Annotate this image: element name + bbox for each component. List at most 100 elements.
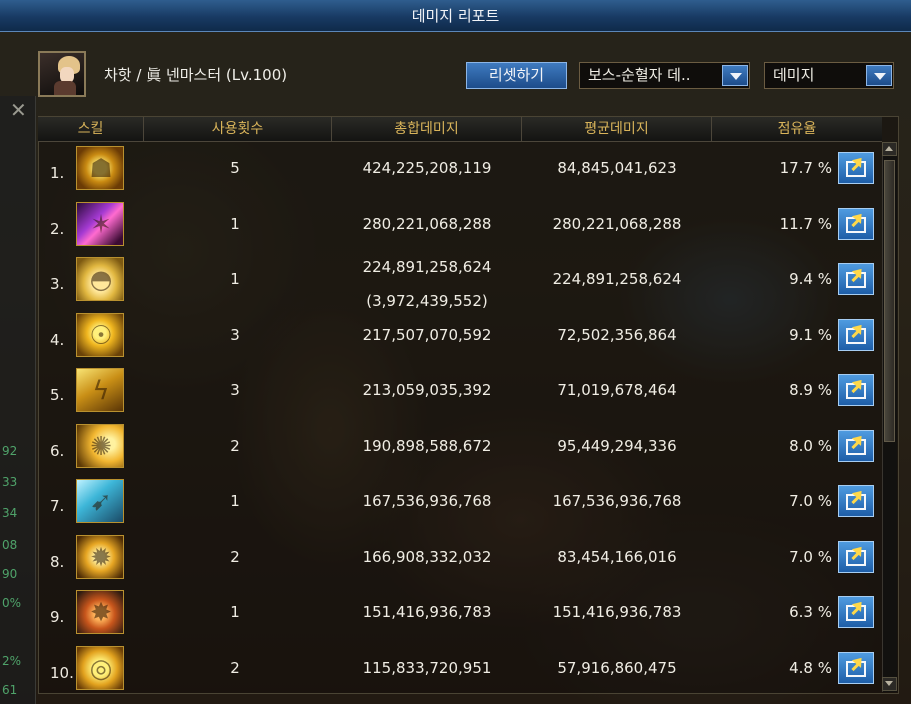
export-icon[interactable] — [838, 207, 874, 240]
table-row: 5. ϟ 3 213,059,035,392 71,019,678,464 8.… — [38, 364, 882, 419]
rank-number: 3. — [50, 275, 65, 293]
share-percent: 17.7 % — [779, 159, 832, 177]
left-side-panel — [0, 96, 36, 704]
column-use-count[interactable]: 사용횟수 — [144, 117, 332, 142]
explosion-skill-icon: ✸ — [76, 590, 124, 634]
export-icon[interactable] — [838, 318, 874, 351]
export-icon[interactable] — [838, 485, 874, 517]
type-select[interactable]: 데미지 — [764, 62, 894, 89]
boss-select-value: 보스-순혈자 데.. — [588, 66, 691, 84]
use-count: 3 — [230, 325, 240, 344]
share-percent: 6.3 % — [789, 603, 832, 621]
total-damage-sub: (3,972,439,552) — [366, 292, 488, 310]
rank-number: 8. — [50, 552, 65, 571]
average-damage: 71,019,678,464 — [557, 381, 677, 399]
average-damage: 72,502,356,864 — [557, 325, 677, 344]
export-icon[interactable] — [838, 429, 874, 462]
table-row: 1. ☗ 5 424,225,208,119 84,845,041,623 17… — [38, 142, 882, 197]
total-damage: 167,536,936,768 — [362, 492, 492, 510]
column-share[interactable]: 점유율 — [712, 117, 882, 142]
average-damage: 167,536,936,768 — [552, 492, 682, 510]
share-percent: 7.0 % — [789, 492, 832, 510]
use-count: 5 — [230, 159, 240, 177]
column-average-damage[interactable]: 평균데미지 — [522, 117, 712, 142]
side-number: 90 — [2, 567, 18, 581]
table-header: 스킬 사용횟수 총합데미지 평균데미지 점유율 — [38, 117, 882, 142]
use-count: 2 — [230, 658, 240, 677]
total-damage: 424,225,208,119 — [362, 159, 492, 177]
chevron-down-icon[interactable] — [722, 65, 748, 86]
use-count: 1 — [230, 214, 240, 233]
export-icon[interactable] — [838, 651, 874, 684]
side-number: 61 — [2, 683, 18, 697]
average-damage: 224,891,258,624 — [552, 270, 682, 288]
use-count: 3 — [230, 381, 240, 399]
export-icon[interactable] — [838, 540, 874, 573]
kick-skill-icon: ➹ — [76, 479, 124, 523]
dome-skill-icon: ◓ — [76, 257, 124, 301]
boss-select[interactable]: 보스-순혈자 데.. — [579, 62, 750, 89]
scrollbar-thumb[interactable] — [884, 160, 895, 442]
total-damage: 190,898,588,672 — [362, 436, 492, 455]
export-icon[interactable] — [838, 374, 874, 406]
side-number: 08 — [2, 538, 18, 552]
total-damage: 151,416,936,783 — [362, 603, 492, 621]
side-number: 33 — [2, 475, 18, 489]
blast-skill-icon: ✺ — [76, 423, 124, 468]
share-percent: 11.7 % — [779, 214, 832, 233]
use-count: 1 — [230, 603, 240, 621]
column-skill[interactable]: 스킬 — [38, 117, 144, 142]
rank-number: 2. — [50, 219, 65, 238]
side-number: 92 — [2, 444, 18, 458]
side-number: 34 — [2, 506, 18, 520]
export-icon[interactable] — [838, 263, 874, 295]
share-percent: 8.0 % — [789, 436, 832, 455]
table-row: 10. ◎ 2 115,833,720,951 57,916,860,475 4… — [38, 642, 882, 697]
table-row: 9. ✸ 1 151,416,936,783 151,416,936,783 6… — [38, 586, 882, 641]
lightning-dragon-skill-icon: ϟ — [76, 368, 124, 412]
dark-dragon-skill-icon: ✶ — [76, 201, 124, 246]
rank-number: 4. — [50, 330, 65, 349]
rank-number: 6. — [50, 441, 65, 460]
total-damage: 115,833,720,951 — [362, 658, 492, 677]
average-damage: 84,845,041,623 — [557, 159, 677, 177]
rank-number: 9. — [50, 608, 65, 626]
roar-skill-icon: ☗ — [76, 146, 124, 190]
scroll-up-icon[interactable] — [882, 142, 897, 156]
rank-number: 5. — [50, 386, 65, 404]
use-count: 1 — [230, 492, 240, 510]
total-damage: 166,908,332,032 — [362, 547, 492, 566]
aura-body-skill-icon: ☉ — [76, 312, 124, 357]
column-total-damage[interactable]: 총합데미지 — [332, 117, 522, 142]
export-icon[interactable] — [838, 596, 874, 628]
table-row: 3. ◓ 1 224,891,258,624 (3,972,439,552) 2… — [38, 253, 882, 310]
table-row: 8. ✹ 2 166,908,332,032 83,454,166,016 7.… — [38, 531, 882, 586]
share-percent: 7.0 % — [789, 547, 832, 566]
use-count: 2 — [230, 436, 240, 455]
average-damage: 57,916,860,475 — [557, 658, 677, 677]
export-icon[interactable] — [838, 152, 874, 184]
reset-button[interactable]: 리셋하기 — [466, 62, 567, 89]
rank-number: 7. — [50, 497, 65, 515]
table-row: 4. ☉ 3 217,507,070,592 72,502,356,864 9.… — [38, 309, 882, 364]
use-count: 2 — [230, 547, 240, 566]
rank-number: 1. — [50, 164, 65, 182]
scroll-down-icon[interactable] — [882, 677, 897, 691]
share-percent: 9.4 % — [789, 270, 832, 288]
use-count: 1 — [230, 270, 240, 288]
burst-skill-icon: ✹ — [76, 534, 124, 579]
total-damage: 213,059,035,392 — [362, 381, 492, 399]
side-number: 0% — [2, 596, 22, 610]
close-icon[interactable]: ✕ — [10, 98, 27, 122]
character-name: 차핫 / 眞 넨마스터 (Lv.100) — [104, 66, 288, 84]
average-damage: 95,449,294,336 — [557, 436, 677, 455]
type-select-value: 데미지 — [773, 66, 815, 84]
share-percent: 4.8 % — [789, 658, 832, 677]
chevron-down-icon[interactable] — [866, 65, 892, 86]
total-damage: 280,221,068,288 — [362, 214, 492, 233]
window-title[interactable]: 데미지 리포트 — [0, 0, 911, 32]
side-number: 2% — [2, 654, 22, 668]
table-row: 6. ✺ 2 190,898,588,672 95,449,294,336 8.… — [38, 420, 882, 475]
table-row: 7. ➹ 1 167,536,936,768 167,536,936,768 7… — [38, 475, 882, 530]
average-damage: 280,221,068,288 — [552, 214, 682, 233]
